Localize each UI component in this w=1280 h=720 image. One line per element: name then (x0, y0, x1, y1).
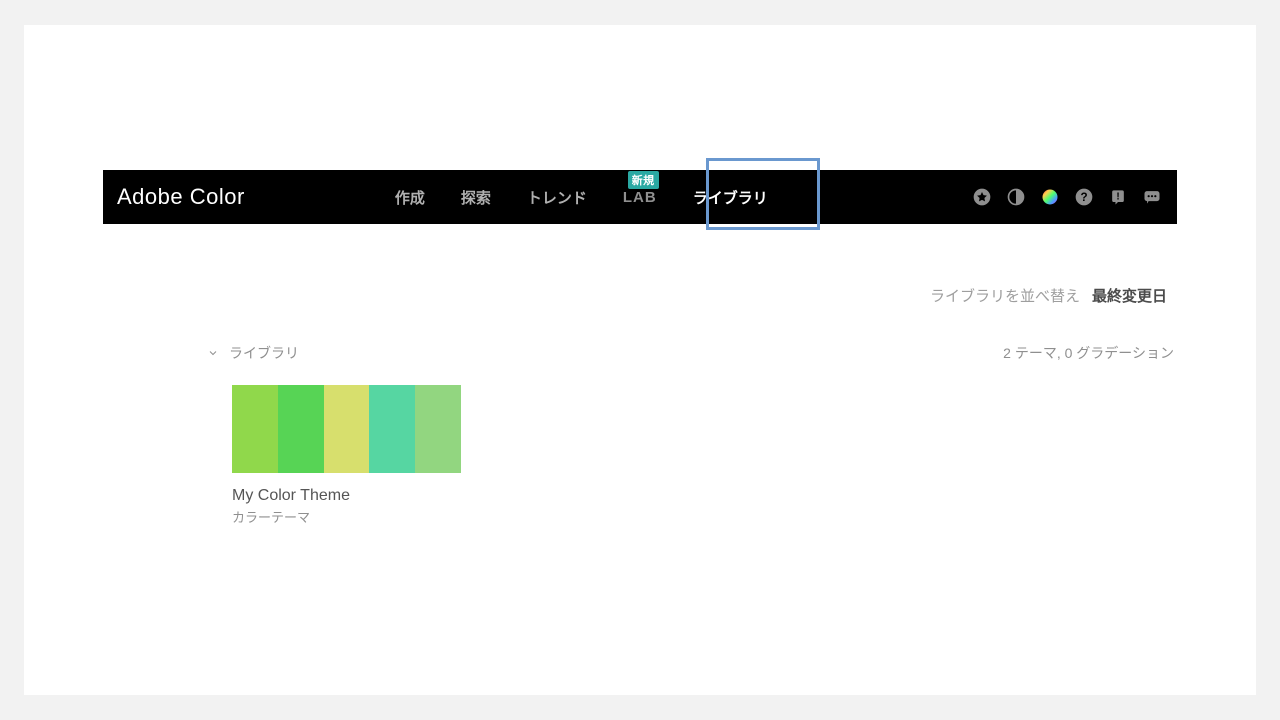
library-section-title: ライブラリ (229, 343, 299, 363)
chevron-down-icon (207, 347, 219, 359)
swatch-5 (415, 385, 461, 473)
color-wheel-icon[interactable] (1039, 186, 1061, 208)
library-section-header[interactable]: ライブラリ (207, 343, 299, 363)
navbar: Adobe Color 作成 探索 トレンド 新規 LAB ライブラリ (103, 170, 1177, 224)
theme-swatches (232, 385, 461, 473)
sort-label: ライブラリを並べ替え (930, 285, 1080, 306)
brand-title[interactable]: Adobe Color (117, 184, 245, 210)
new-badge: 新規 (628, 171, 659, 189)
star-icon[interactable] (971, 186, 993, 208)
page-container: Adobe Color 作成 探索 トレンド 新規 LAB ライブラリ (24, 25, 1256, 695)
contrast-icon[interactable] (1005, 186, 1027, 208)
notification-icon[interactable]: ! (1107, 186, 1129, 208)
nav-libraries[interactable]: ライブラリ (693, 187, 768, 208)
chat-icon[interactable] (1141, 186, 1163, 208)
library-count: 2 テーマ, 0 グラデーション (1003, 343, 1174, 363)
svg-text:!: ! (1116, 192, 1119, 203)
swatch-4 (369, 385, 415, 473)
nav-trends[interactable]: トレンド (527, 187, 587, 208)
nav-lab-label: LAB (623, 189, 657, 206)
swatch-2 (278, 385, 324, 473)
swatch-1 (232, 385, 278, 473)
nav-icons: ? ! (971, 186, 1163, 208)
nav-create[interactable]: 作成 (395, 187, 425, 208)
theme-title: My Color Theme (232, 487, 465, 505)
nav-lab[interactable]: 新規 LAB (623, 189, 657, 206)
nav-explore[interactable]: 探索 (461, 187, 491, 208)
sort-value[interactable]: 最終変更日 (1092, 285, 1167, 306)
theme-subtitle: カラーテーマ (232, 507, 465, 526)
nav-items: 作成 探索 トレンド 新規 LAB ライブラリ (395, 187, 768, 208)
help-icon[interactable]: ? (1073, 186, 1095, 208)
svg-text:?: ? (1080, 191, 1087, 204)
swatch-3 (324, 385, 370, 473)
theme-card[interactable]: My Color Theme カラーテーマ (232, 385, 465, 526)
sort-bar: ライブラリを並べ替え 最終変更日 (930, 285, 1167, 306)
